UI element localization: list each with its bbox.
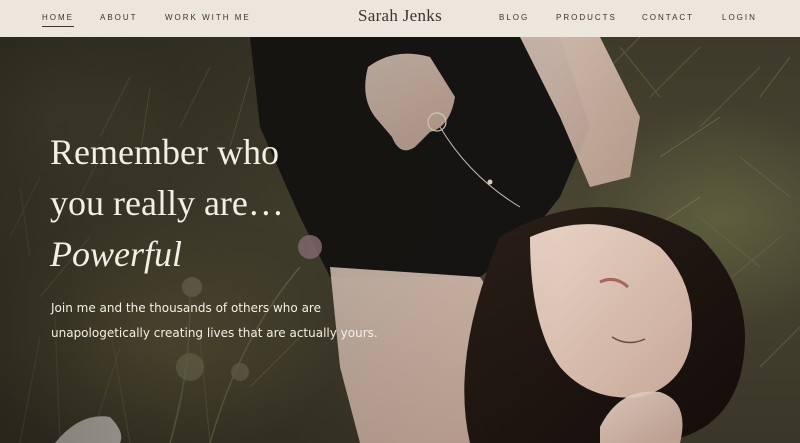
hero-headline: Remember who you really are… Powerful (50, 127, 284, 280)
nav-link-contact[interactable]: CONTACT (642, 12, 694, 24)
nav-link-products[interactable]: PRODUCTS (556, 12, 617, 24)
top-nav: HOME ABOUT WORK WITH ME Sarah Jenks BLOG… (0, 0, 800, 37)
subtext-line-2: unapologetically creating lives that are… (51, 326, 378, 340)
headline-accent: Powerful (50, 234, 182, 274)
hero-subtext: Join me and the thousands of others who … (51, 296, 431, 346)
nav-link-login[interactable]: LOGIN (722, 12, 757, 24)
subtext-line-1: Join me and the thousands of others who … (51, 301, 321, 315)
nav-link-blog[interactable]: BLOG (499, 12, 529, 24)
headline-line-2: you really are… (50, 183, 284, 223)
headline-line-1: Remember who (50, 132, 279, 172)
hero-section: Remember who you really are… Powerful Jo… (0, 37, 800, 443)
